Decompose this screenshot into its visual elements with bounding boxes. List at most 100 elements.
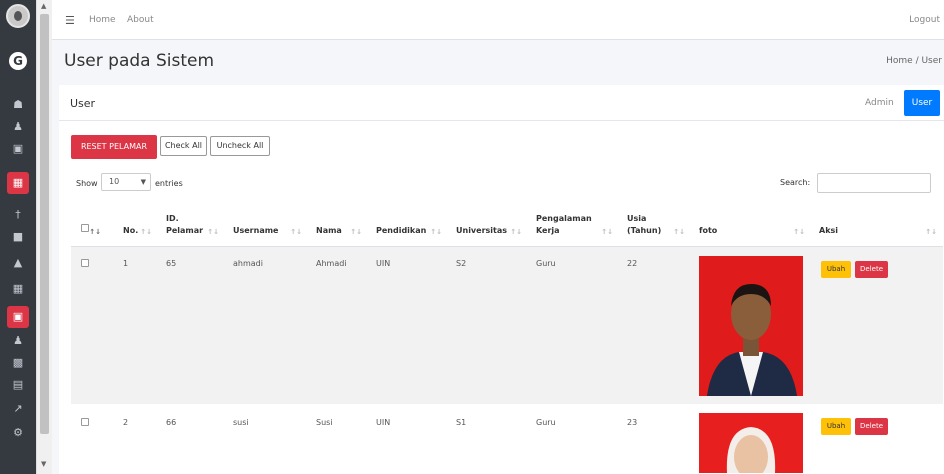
th-nama-label: Nama [316,226,342,235]
sort-icon[interactable]: ↑↓ [430,228,442,236]
delete-button[interactable]: Delete [855,261,888,278]
user-icon[interactable]: ♟ [7,332,29,350]
top-navbar: ☰ Home About Logout [52,0,944,40]
card-header: User Admin User [59,85,944,121]
user-photo [699,413,803,473]
th-usia-label-1: Usia [627,214,647,223]
image-icon[interactable]: ▣ [7,140,29,158]
edit-button[interactable]: Ubah [821,418,851,435]
page-title: User pada Sistem [64,51,215,71]
scroll-up-icon[interactable]: ▲ [41,2,46,10]
cell-pendidikan: UIN [376,259,391,268]
sort-icon[interactable]: ↑↓ [89,228,101,236]
cell-nama: Ahmadi [316,259,347,268]
entries-select[interactable]: 10 ▼ [101,173,151,191]
user-icon[interactable]: ♟ [7,118,29,136]
nav-home-link[interactable]: Home [89,15,116,25]
home-icon[interactable]: ☗ [7,96,29,114]
cell-universitas: S1 [456,418,467,427]
sort-icon[interactable]: ↑↓ [207,228,219,236]
person-icon[interactable]: † [7,206,29,224]
photo-portrait-male [699,256,803,396]
cell-usia: 22 [627,259,638,268]
nav-about-link[interactable]: About [127,15,154,25]
th-no[interactable]: No. ↑↓ [115,204,158,246]
cell-pengalaman: Guru [536,418,556,427]
cell-username: susi [233,418,249,427]
scroll-down-icon[interactable]: ▼ [41,460,46,468]
delete-button[interactable]: Delete [855,418,888,435]
th-select[interactable]: ↑↓ [71,204,115,246]
breadcrumb[interactable]: Home / User [886,56,942,66]
cell-id: 65 [166,259,177,268]
show-label: Show [76,179,98,188]
th-pengalaman-kerja[interactable]: Pengalaman Kerja ↑↓ [528,204,619,246]
check-all-button[interactable]: Check All [160,136,207,156]
th-aksi[interactable]: Aksi ↑↓ [811,204,943,246]
sidebar-scrollbar[interactable]: ▲ ▼ [36,0,52,474]
cell-id: 66 [166,418,177,427]
th-pengalaman-label-2: Kerja [536,226,560,235]
th-no-label: No. [123,226,139,235]
admin-tab[interactable]: Admin [865,98,894,108]
reset-pelamar-button[interactable]: RESET PELAMAR [71,135,157,159]
table-icon[interactable]: ▦ [7,280,29,298]
sort-icon[interactable]: ↑↓ [350,228,362,236]
th-foto[interactable]: foto ↑↓ [691,204,811,246]
th-nama[interactable]: Nama ↑↓ [308,204,368,246]
th-foto-label: foto [699,226,718,235]
scroll-thumb[interactable] [40,14,49,434]
sort-icon[interactable]: ↑↓ [793,228,805,236]
chart-line-icon[interactable]: ↗ [7,400,29,418]
sort-icon[interactable]: ↑↓ [140,228,152,236]
sort-icon[interactable]: ↑↓ [673,228,685,236]
cell-pengalaman: Guru [536,259,556,268]
th-id-pelamar[interactable]: ID. Pelamar ↑↓ [158,204,225,246]
sort-icon[interactable]: ↑↓ [925,228,937,236]
search-label: Search: [780,178,811,187]
th-username[interactable]: Username ↑↓ [225,204,308,246]
card-title: User [70,97,96,110]
th-pendidikan-label: Pendidikan [376,226,427,235]
search-input[interactable] [817,173,931,193]
chevron-down-icon: ▼ [140,178,146,186]
table-row: 2 66 susi Susi UIN S1 Guru 23 Ubah Delet… [71,404,943,474]
th-universitas[interactable]: Universitas ↑↓ [448,204,528,246]
user-table: ↑↓ No. ↑↓ ID. Pelamar ↑↓ Username ↑↓ Nam… [71,204,943,474]
calendar-icon[interactable]: ■ [7,228,29,246]
sort-icon[interactable]: ↑↓ [290,228,302,236]
th-universitas-label: Universitas [456,226,508,235]
select-all-checkbox[interactable] [81,224,89,232]
brand-icon[interactable]: G [9,52,27,70]
th-username-label: Username [233,226,279,235]
cogs-icon[interactable]: ⚙ [7,424,29,442]
cell-no: 1 [123,259,129,268]
sort-icon[interactable]: ↑↓ [601,228,613,236]
row-checkbox[interactable] [81,418,89,426]
sidebar: G ☗ ♟ ▣ ▦ † ■ ▲ ▦ ▣ ♟ ▩ ▤ ↗ ⚙ [0,0,36,474]
th-usia-label-2: (Tahun) [627,226,662,235]
chart-bar-icon[interactable]: ▩ [7,354,29,372]
edit-button[interactable]: Ubah [821,261,851,278]
logo-icon[interactable] [6,4,30,28]
th-id-label-1: ID. [166,214,179,223]
sort-icon[interactable]: ↑↓ [510,228,522,236]
cell-usia: 23 [627,418,638,427]
cell-pendidikan: UIN [376,418,391,427]
calculator-icon[interactable]: ▦ [7,172,29,194]
logout-link[interactable]: Logout [909,15,940,25]
user-photo [699,256,803,396]
briefcase-icon[interactable]: ▣ [7,306,29,328]
user-tab[interactable]: User [904,90,940,116]
bank-icon[interactable]: ▲ [7,254,29,272]
uncheck-all-button[interactable]: Uncheck All [210,136,270,156]
calculator-icon[interactable]: ▤ [7,376,29,394]
th-pendidikan[interactable]: Pendidikan ↑↓ [368,204,448,246]
cell-universitas: S2 [456,259,467,268]
cell-no: 2 [123,418,129,427]
photo-portrait-female [699,413,803,473]
hamburger-icon[interactable]: ☰ [65,14,75,27]
user-card: User Admin User RESET PELAMAR Check All … [59,85,944,474]
row-checkbox[interactable] [81,259,89,267]
th-usia[interactable]: Usia (Tahun) ↑↓ [619,204,691,246]
